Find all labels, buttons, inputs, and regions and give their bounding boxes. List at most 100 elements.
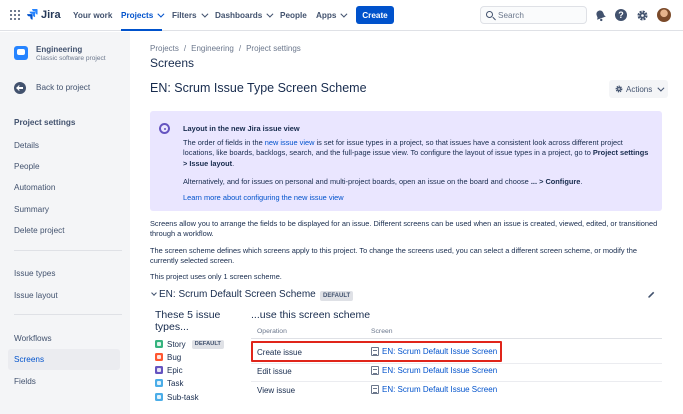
actions-button[interactable]: Actions <box>609 80 669 98</box>
screen-scheme-description: The screen scheme defines which screens … <box>150 246 637 266</box>
column-header-operation: Operation <box>257 328 287 335</box>
row-divider <box>251 363 662 364</box>
screen-icon <box>371 385 379 394</box>
operation-view-issue: View issue <box>257 386 296 395</box>
nav-projects[interactable]: Projects <box>121 0 165 31</box>
learn-more-link[interactable]: Learn more about configuring the new iss… <box>183 193 653 203</box>
column-header-screen: Screen <box>371 328 393 335</box>
info-title: Layout in the new Jira issue view <box>183 124 300 133</box>
chevron-down-icon <box>340 10 348 18</box>
sidebar-divider <box>14 314 122 315</box>
settings-gear-icon[interactable] <box>636 9 649 22</box>
issue-types-heading: These 5 issue types... <box>155 309 221 333</box>
screen-link-label: EN: Scrum Default Issue Screen <box>382 385 498 394</box>
epic-icon <box>155 366 163 374</box>
screen-link-label: EN: Scrum Default Issue Screen <box>382 366 498 375</box>
help-icon[interactable]: ? <box>615 9 627 21</box>
use-scheme-heading: ...use this screen scheme <box>251 309 371 321</box>
nav-your-work[interactable]: Your work <box>73 0 112 31</box>
bug-icon <box>155 353 163 361</box>
gear-icon <box>615 85 623 93</box>
breadcrumb-project-settings[interactable]: Project settings <box>246 44 301 53</box>
nav-label: Dashboards <box>215 11 263 20</box>
issue-type-subtask[interactable]: Sub-task <box>155 391 199 403</box>
sidebar-item-workflows[interactable]: Workflows <box>8 328 120 349</box>
nav-filters[interactable]: Filters <box>172 0 209 31</box>
subtask-icon <box>155 393 163 401</box>
screen-link-edit[interactable]: EN: Scrum Default Issue Screen <box>371 366 497 375</box>
project-name[interactable]: Engineering <box>36 45 82 54</box>
chevron-down-icon <box>157 10 165 18</box>
info-paragraph-2: Alternatively, and for issues on persona… <box>183 177 653 187</box>
screen-link-view[interactable]: EN: Scrum Default Issue Screen <box>371 385 497 394</box>
nav-dashboards[interactable]: Dashboards <box>215 0 274 31</box>
screens-description: Screens allow you to arrange the fields … <box>150 219 658 239</box>
nav-label: Apps <box>316 11 337 20</box>
info-icon <box>159 123 170 134</box>
table-header-divider <box>251 338 662 339</box>
project-avatar[interactable] <box>14 46 28 60</box>
sidebar-item-summary[interactable]: Summary <box>8 199 120 220</box>
row-divider <box>251 381 662 382</box>
app-switcher-icon[interactable] <box>10 10 20 20</box>
screen-scheme-name: EN: Scrum Default Screen Scheme <box>159 289 316 300</box>
default-badge: DEFAULT <box>191 339 224 349</box>
operation-edit-issue: Edit issue <box>257 367 292 376</box>
breadcrumb: Projects / Engineering / Project setting… <box>150 44 301 53</box>
info-text: The order of fields in the <box>183 138 265 147</box>
issue-type-label: Epic <box>167 365 183 375</box>
sidebar-item-people[interactable]: People <box>8 156 120 177</box>
default-badge: DEFAULT <box>320 291 354 301</box>
breadcrumb-engineering[interactable]: Engineering <box>191 44 234 53</box>
actions-label: Actions <box>626 84 653 94</box>
info-text: . <box>232 158 235 168</box>
issue-type-story[interactable]: Story DEFAULT <box>155 338 224 350</box>
issue-type-bug[interactable]: Bug <box>155 351 181 363</box>
nav-people[interactable]: People <box>280 0 307 31</box>
scheme-title: EN: Scrum Issue Type Screen Scheme <box>150 81 367 95</box>
issue-type-label: Task <box>167 378 184 388</box>
back-arrow-icon[interactable] <box>14 82 26 94</box>
sidebar-item-details[interactable]: Details <box>8 135 120 156</box>
info-text: . <box>580 177 583 186</box>
issue-type-task[interactable]: Task <box>155 377 183 389</box>
search-icon <box>486 11 493 18</box>
nav-apps[interactable]: Apps <box>316 0 348 31</box>
issue-type-label: Bug <box>167 352 182 362</box>
sidebar-item-issue-layout[interactable]: Issue layout <box>8 285 120 306</box>
info-text: Alternatively, and for issues on persona… <box>183 177 531 186</box>
chevron-down-icon <box>200 10 209 18</box>
create-button[interactable]: Create <box>356 6 394 24</box>
issue-type-epic[interactable]: Epic <box>155 364 183 376</box>
new-issue-view-link[interactable]: new issue view <box>265 138 315 147</box>
chevron-down-icon <box>266 10 274 18</box>
sidebar-item-fields[interactable]: Fields <box>8 371 120 392</box>
breadcrumb-projects[interactable]: Projects <box>150 44 179 53</box>
nav-label: Filters <box>172 11 197 20</box>
search-input[interactable]: Search <box>480 6 587 24</box>
user-avatar[interactable] <box>657 8 671 22</box>
sidebar-item-delete-project[interactable]: Delete project <box>8 220 120 241</box>
notifications-icon[interactable] <box>594 9 607 22</box>
chevron-down-icon <box>657 84 665 92</box>
create-issue-highlight <box>251 341 502 362</box>
back-to-project-link[interactable]: Back to project <box>36 83 90 92</box>
story-icon <box>155 340 163 348</box>
sidebar-item-issue-types[interactable]: Issue types <box>8 263 120 284</box>
chevron-down-icon[interactable] <box>151 290 157 296</box>
info-paragraph-1: The order of fields in the new issue vie… <box>183 138 653 169</box>
edit-pencil-icon[interactable] <box>647 290 656 299</box>
issue-type-label: Sub-task <box>167 392 199 402</box>
info-panel: Layout in the new Jira issue view The or… <box>150 111 662 211</box>
nav-label: Projects <box>121 11 154 20</box>
screen-scheme-count: This project uses only 1 screen scheme. <box>150 272 282 281</box>
brand-name: Jira <box>41 8 61 21</box>
sidebar-section-heading: Project settings <box>14 118 76 127</box>
project-type: Classic software project <box>36 55 106 62</box>
task-icon <box>155 379 163 387</box>
screen-scheme-header: EN: Scrum Default Screen Scheme DEFAULT <box>150 289 662 303</box>
sidebar-item-automation[interactable]: Automation <box>8 177 120 198</box>
top-navigation: Jira Your work Projects Filters Dashboar… <box>0 0 683 31</box>
jira-logo[interactable]: Jira <box>27 8 61 21</box>
sidebar-item-screens[interactable]: Screens <box>8 349 120 370</box>
